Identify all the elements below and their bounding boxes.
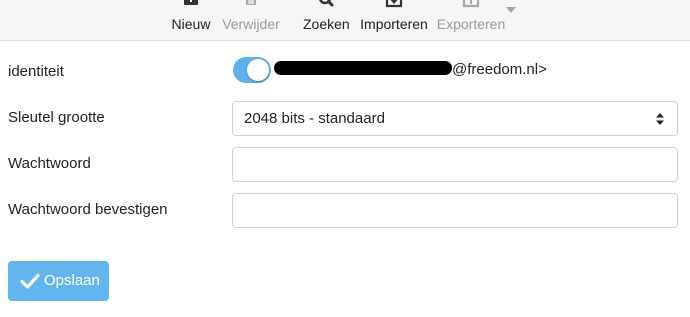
- export-button[interactable]: Exporteren: [436, 0, 506, 40]
- redaction-mark: [274, 61, 452, 75]
- identity-label: identiteit: [8, 63, 64, 80]
- export-button-label: Exporteren: [436, 16, 506, 32]
- plus-icon: [184, 0, 198, 5]
- check-icon: [20, 273, 40, 289]
- toolbar: Nieuw Verwijder Zoeken Importeren Export…: [0, 0, 690, 41]
- save-button-label: Opslaan: [44, 272, 100, 289]
- password-label: Wachtwoord: [8, 155, 91, 172]
- select-arrows-icon: [656, 113, 664, 125]
- new-button[interactable]: Nieuw: [170, 0, 212, 40]
- trash-icon: [246, 0, 256, 5]
- confirm-password-field[interactable]: [232, 193, 678, 228]
- password-field[interactable]: [232, 147, 678, 182]
- save-button[interactable]: Opslaan: [8, 261, 109, 301]
- new-button-label: Nieuw: [171, 16, 211, 32]
- import-button[interactable]: Importeren: [359, 0, 429, 40]
- delete-button[interactable]: Verwijder: [219, 0, 283, 40]
- key-size-select[interactable]: 2048 bits - standaard: [232, 101, 678, 136]
- identity-toggle[interactable]: [233, 57, 271, 83]
- import-button-label: Importeren: [360, 16, 428, 32]
- search-button[interactable]: Zoeken: [303, 0, 350, 40]
- delete-button-label: Verwijder: [222, 16, 280, 32]
- identity-value: @freedom.nl>: [274, 61, 547, 79]
- chevron-down-icon[interactable]: [506, 7, 516, 13]
- key-size-label: Sleutel grootte: [8, 109, 105, 126]
- confirm-password-label: Wachtwoord bevestigen: [8, 201, 168, 218]
- search-icon: [319, 0, 334, 7]
- key-size-value: 2048 bits - standaard: [244, 110, 385, 127]
- search-button-label: Zoeken: [303, 16, 350, 32]
- export-icon: [462, 0, 480, 8]
- import-icon: [385, 0, 403, 8]
- identity-value-suffix: @freedom.nl>: [452, 61, 547, 78]
- toggle-knob: [247, 59, 269, 81]
